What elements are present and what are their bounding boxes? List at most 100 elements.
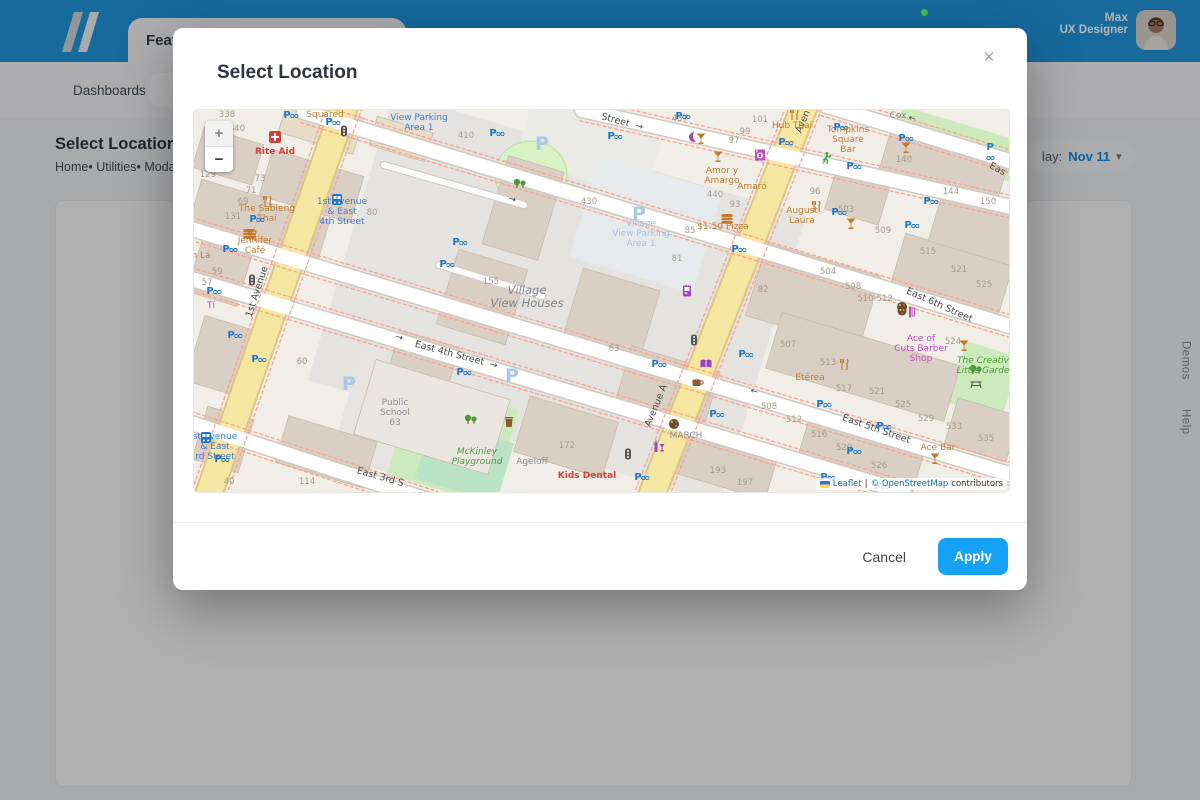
map-label: 504 (820, 268, 836, 278)
map-label: 150 (980, 198, 996, 208)
map-label: Avenue A (644, 383, 671, 429)
map-label: Ageloff (516, 457, 548, 467)
martini-icon (959, 340, 969, 352)
map-label: 510-512 (857, 295, 893, 305)
status-dot (921, 9, 928, 16)
map-label: 101 (752, 116, 768, 126)
park-icon: P (846, 162, 861, 172)
laundry-icon (755, 150, 765, 161)
table-icon (970, 380, 982, 389)
light-icon (341, 126, 347, 137)
park-icon: P (831, 208, 846, 218)
park-icon: P (731, 245, 746, 255)
light-icon (691, 335, 697, 346)
map-label: 81 (672, 255, 683, 265)
bus-icon (201, 432, 211, 444)
map-label: Jennifer Café (238, 236, 273, 256)
park-icon: P (452, 238, 467, 248)
palette-icon (669, 419, 680, 430)
map-label: 525 (976, 281, 992, 291)
park-icon: P (251, 355, 266, 365)
barber-icon (897, 306, 915, 318)
cross-icon (269, 131, 281, 143)
bigP-icon: P (505, 365, 519, 387)
park-icon: P (923, 197, 938, 207)
park-icon: P (607, 132, 622, 142)
tree-icon (969, 365, 983, 376)
zoom-in-button[interactable]: + (205, 121, 233, 147)
map-canvas[interactable]: + − Leaflet | © OpenStreetMap contributo… (193, 109, 1010, 493)
map-label: 40 (224, 478, 235, 488)
map-label: 155 (483, 278, 499, 288)
map-label: 131 (225, 213, 241, 223)
food-icon (811, 201, 822, 213)
coffee-icon (693, 377, 704, 387)
leaflet-link[interactable]: Leaflet (833, 479, 862, 489)
map-label: 521 (869, 388, 885, 398)
map-label: Cox (890, 111, 907, 121)
map-label: 525 (895, 401, 911, 411)
park-icon: P (898, 134, 913, 144)
map-label: 73 (255, 175, 266, 185)
attribution-suffix: contributors (951, 479, 1003, 489)
map-label: 82 (758, 286, 769, 296)
map-label: 440 (707, 191, 723, 201)
map-label: 508 (761, 403, 777, 413)
leaflet-flag-icon (820, 481, 830, 488)
map-label: 533 (946, 423, 962, 433)
map-label: The Sabieng Thai (239, 204, 295, 224)
map-label: ← (749, 386, 759, 398)
apply-button[interactable]: Apply (938, 538, 1008, 575)
map-label: East 4th Street → (413, 340, 498, 372)
map-label: 410 (458, 132, 474, 142)
park-icon: P (489, 129, 504, 139)
map-label: Village View Parking Area 1 (612, 219, 670, 249)
park-icon: P (227, 331, 242, 341)
moon-icon (687, 132, 697, 143)
park-icon: P (816, 400, 831, 410)
map-label: Rite Aid (255, 147, 295, 157)
attribution-separator: | (865, 479, 868, 489)
map-label: Hub Thai (772, 121, 812, 131)
wine-icon (654, 440, 665, 452)
map-label: 172 (559, 442, 575, 452)
park-icon: P (846, 447, 861, 457)
park-icon: P (634, 473, 649, 483)
map-label: 80 (367, 209, 378, 219)
map-label: 71 (246, 187, 257, 197)
map-label: 129 (200, 171, 216, 181)
map-label: Ace Bar (921, 443, 956, 453)
map-label: 99 (740, 128, 751, 138)
map-label: 517 (836, 385, 852, 395)
map-labels-layer: 1st AvenueAvenue AAvenEast 4th Street →E… (194, 110, 1009, 492)
tree-icon (464, 415, 478, 426)
osm-link[interactable]: © OpenStreetMap (871, 479, 949, 489)
map-label: 85 (685, 227, 696, 237)
map-label: 193 (710, 467, 726, 477)
food-icon (247, 230, 258, 242)
map-label: 503 (838, 206, 854, 216)
map-label: East 3rd S (355, 466, 404, 490)
app-root: Featu Max UX Designer Dashboards (0, 0, 1200, 800)
modal-footer: Cancel Apply (173, 522, 1027, 590)
bigP-icon: P (342, 373, 356, 395)
map-label: Squared (306, 110, 343, 120)
map-label: East 5th Street (841, 413, 912, 446)
park-icon: P (214, 455, 229, 465)
park-icon: P (651, 360, 666, 370)
park-icon: P (876, 422, 891, 432)
map-label: 526 (871, 462, 887, 472)
zoom-out-button[interactable]: − (205, 147, 233, 172)
map-label: 63 (609, 345, 620, 355)
map-label: 97 (729, 137, 740, 147)
map-label: 529 (918, 415, 934, 425)
map-label: MARCH (670, 431, 703, 441)
map-label: 512 (786, 416, 802, 426)
martini-icon (713, 151, 723, 163)
map-label: 515 (920, 248, 936, 258)
cancel-button[interactable]: Cancel (856, 548, 912, 566)
close-icon[interactable]: × (975, 44, 1003, 72)
map-label: 1st Avenue & East 4th Street (317, 197, 367, 227)
modal-title: Select Location (217, 62, 357, 84)
trash-icon (505, 417, 514, 427)
